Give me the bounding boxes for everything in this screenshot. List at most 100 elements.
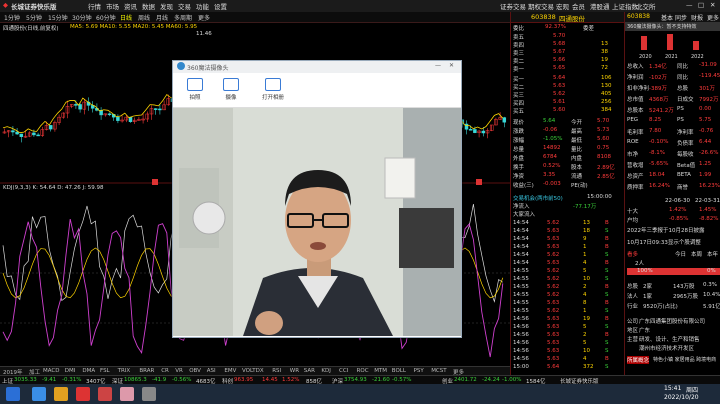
sentiment-tab-year[interactable]: 本年 <box>707 250 718 258</box>
indicator-tab[interactable]: PSY <box>414 368 424 374</box>
concept-value[interactable]: 特色小镇 家居用品 跨境电商 <box>653 356 716 363</box>
menu-item-discover[interactable]: 发现 <box>160 1 173 11</box>
sentiment-tab-today[interactable]: 今日 <box>675 250 686 258</box>
quote-header: 603838 四通股份 <box>511 12 624 23</box>
stat-label-2: 股本 <box>571 165 583 171</box>
trades-header-row: 交易机会(两市前50) 15:00:00 <box>513 194 624 202</box>
indicator-tab[interactable]: RSI <box>272 368 281 374</box>
sentiment-tab-week[interactable]: 本周 <box>691 250 702 258</box>
indicator-tab[interactable]: TRIX <box>118 368 131 374</box>
menu-item-exchange[interactable]: 市场 <box>106 1 119 11</box>
menu-item-data[interactable]: 数据 <box>142 1 155 11</box>
tick-volume: 13 <box>583 220 590 226</box>
tick-volume: 4 <box>583 292 587 298</box>
period-multi[interactable]: 多周期 <box>174 13 192 22</box>
minimize-icon[interactable]: — <box>686 1 693 9</box>
link-macro[interactable]: 宏观 <box>556 1 569 11</box>
menu-item-function[interactable]: 功能 <box>196 1 209 11</box>
report-notice[interactable]: 2022年三季报于10月28日披露 <box>627 226 705 234</box>
open-album-button[interactable]: 打开相册 <box>251 75 295 105</box>
indicator-tab[interactable]: KDJ <box>321 368 330 374</box>
indicator-tab[interactable]: WR <box>290 368 299 374</box>
f10-tab-sync[interactable]: 同步 <box>675 13 687 22</box>
maximize-icon[interactable]: □ <box>698 1 704 9</box>
period-more[interactable]: 更多 <box>198 13 210 22</box>
link-hk-connect[interactable]: 港股通 <box>590 1 610 11</box>
period-15min[interactable]: 15分钟 <box>48 13 68 22</box>
indicator-tab[interactable]: MCST <box>431 368 446 374</box>
take-photo-button[interactable]: 拍照 <box>177 75 213 105</box>
indicator-tab[interactable]: ROC <box>357 368 369 374</box>
tick-side: S <box>605 348 609 354</box>
broker-notice[interactable]: 10月17日09:33显示个股调整 <box>627 238 701 246</box>
f10-tab-report[interactable]: 财报 <box>691 13 703 22</box>
indicator-tab[interactable]: CR <box>161 368 169 374</box>
indicator-tab[interactable]: MTM <box>374 368 387 374</box>
stock-app-icon[interactable] <box>76 387 90 401</box>
period-day[interactable]: 日线 <box>120 13 132 22</box>
record-video-button[interactable]: 摄像 <box>213 75 249 105</box>
link-member[interactable]: 会员 <box>572 1 585 11</box>
stat-label-2: 量比 <box>571 147 583 153</box>
f10-metric-label: 净利润 <box>627 75 644 81</box>
indicator-tab[interactable]: OBV <box>189 368 201 374</box>
f10-tab-basic[interactable]: 基本 <box>661 13 673 22</box>
indicator-tab[interactable]: ASI <box>207 368 216 374</box>
tick-side: B <box>605 300 609 306</box>
camera-close-icon[interactable]: ✕ <box>449 62 454 69</box>
tick-row: 14:56 5.63 4 B <box>513 356 624 363</box>
camera-window[interactable]: 360魔法摄像头 — ✕ 拍照 摄像 打开相册 <box>172 60 462 338</box>
link-securities-trade[interactable]: 证券交易 <box>500 1 526 11</box>
link-bse[interactable]: 北交所 <box>636 1 656 11</box>
tick-side: S <box>605 268 609 274</box>
folder-icon[interactable] <box>54 387 68 401</box>
menu-item-market[interactable]: 行情 <box>88 1 101 11</box>
link-options-trade[interactable]: 期权交易 <box>528 1 554 11</box>
chat-app-icon[interactable] <box>120 387 134 401</box>
bid-label: 买一 <box>513 77 525 83</box>
stat-label-2: 今开 <box>571 120 583 126</box>
info-value-1: 9520万(占比) <box>643 304 678 310</box>
period-60min[interactable]: 60分钟 <box>96 13 116 22</box>
indicator-tab[interactable]: FSL <box>100 368 110 374</box>
indicator-tab[interactable]: EMV <box>224 368 236 374</box>
f10-metric-label: 总资产 <box>627 174 644 180</box>
browser-icon[interactable] <box>32 387 46 401</box>
indicator-tab[interactable]: SAR <box>304 368 315 374</box>
close-icon[interactable]: ✕ <box>710 1 715 9</box>
quote-code: 603838 <box>531 13 556 21</box>
menu-item-settings[interactable]: 设置 <box>214 1 227 11</box>
f10-metric-value-2: 6.44 <box>699 139 712 145</box>
stat-row: 涨幅 -1.05% 最低 5.60 <box>513 136 624 144</box>
f10-tab-more[interactable]: 更多 <box>707 13 719 22</box>
indicator-tab[interactable]: DMA <box>82 368 95 374</box>
link-sh-index[interactable]: 上证指数 <box>612 1 638 11</box>
info-value-2: 143万股 <box>673 284 695 290</box>
start-menu-icon[interactable] <box>6 387 20 401</box>
menu-item-news[interactable]: 资讯 <box>124 1 137 11</box>
tick-row: 14:55 5.62 5 S <box>513 268 624 275</box>
indicator-tab[interactable]: DMI <box>65 368 76 374</box>
menu-item-trade[interactable]: 交易 <box>178 1 191 11</box>
period-month[interactable]: 月线 <box>156 13 168 22</box>
ask-label: 卖二 <box>513 59 525 65</box>
bid-price: 5.64 <box>553 75 566 81</box>
indicator-tab[interactable]: VR <box>175 368 183 374</box>
period-30min[interactable]: 30分钟 <box>72 13 92 22</box>
stat-label: 涨幅 <box>513 138 525 144</box>
media-app-icon[interactable] <box>98 387 112 401</box>
holder-value-2: 1.45% <box>699 207 717 213</box>
ticker-change: -41.9 <box>152 377 167 383</box>
indicator-tab[interactable]: VOLTDX <box>242 368 264 374</box>
period-toolbar: 1分钟 5分钟 15分钟 30分钟 60分钟 日线 周线 月线 多周期 更多 <box>0 12 510 23</box>
tick-volume: 18 <box>583 228 590 234</box>
period-1min[interactable]: 1分钟 <box>4 13 20 22</box>
indicator-tab[interactable]: MACD <box>43 368 60 374</box>
indicator-tab[interactable]: CCI <box>339 368 348 374</box>
period-week[interactable]: 周线 <box>138 13 150 22</box>
indicator-tab[interactable]: BRAR <box>139 368 154 374</box>
camera-app-icon[interactable] <box>142 387 156 401</box>
period-5min[interactable]: 5分钟 <box>26 13 42 22</box>
indicator-tab[interactable]: BOLL <box>392 368 406 374</box>
camera-minimize-icon[interactable]: — <box>435 62 441 69</box>
